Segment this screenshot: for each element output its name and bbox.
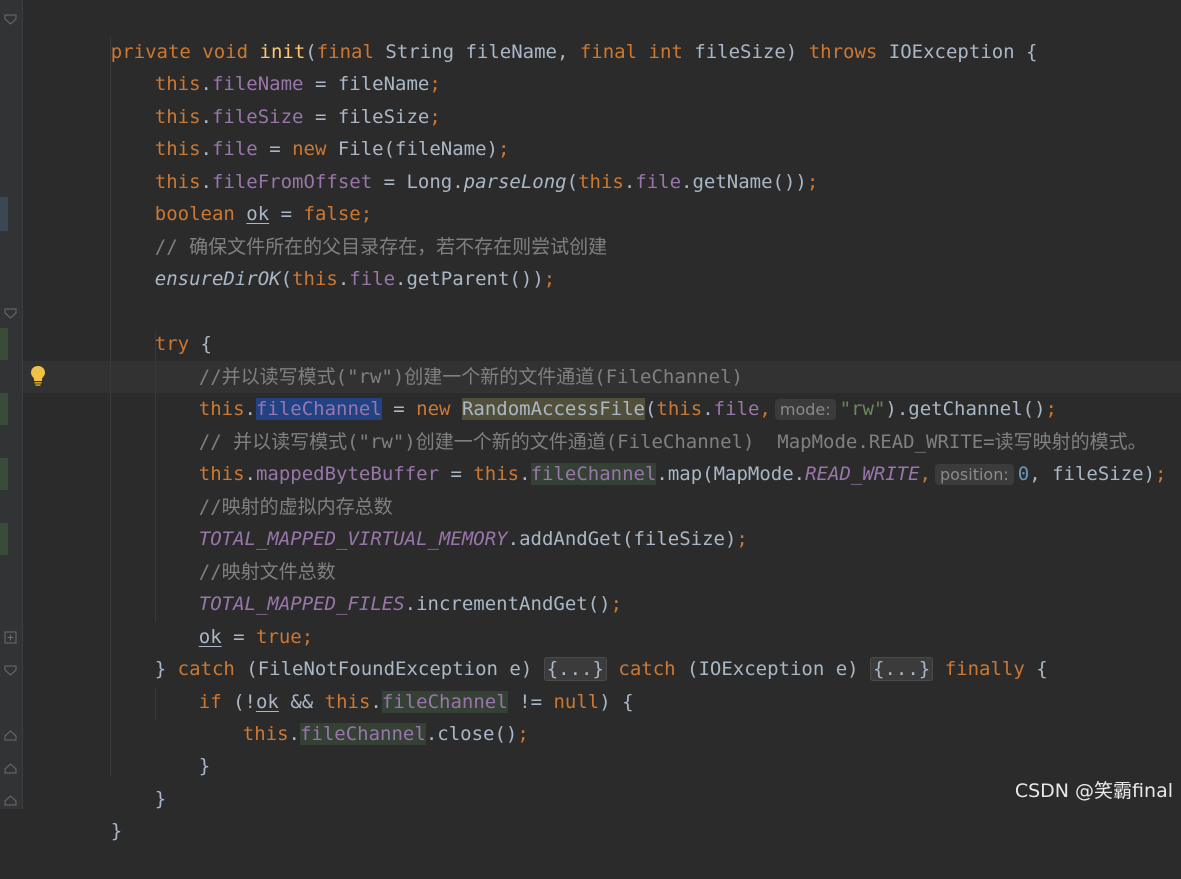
fold-arrow-icon[interactable] — [4, 13, 17, 26]
code-line-25: } — [110, 820, 123, 842]
code-comment: //映射的虚拟内存总数 — [198, 496, 393, 518]
change-marker — [0, 523, 8, 555]
code-line-1: private void init(final String fileName,… — [110, 41, 1038, 63]
code-line-2: this.fileName = fileName; — [154, 73, 441, 95]
code-line-5: this.fileFromOffset = Long.parseLong(thi… — [154, 171, 819, 193]
code-line-23: } — [198, 755, 211, 777]
code-comment: // 并以读写模式("rw")创建一个新的文件通道(FileChannel) M… — [198, 431, 1147, 453]
code-line-20: } catch (FileNotFoundException e) {...} … — [154, 657, 1048, 681]
folded-block[interactable]: {...} — [870, 657, 934, 681]
fold-end-icon[interactable] — [4, 794, 17, 807]
code-line-22: this.fileChannel.close(); — [242, 723, 529, 745]
code-line-4: this.file = new File(fileName); — [154, 138, 510, 160]
code-line-19: ok = true; — [198, 626, 314, 648]
fold-end-icon[interactable] — [4, 729, 17, 742]
code-line-16: TOTAL_MAPPED_VIRTUAL_MEMORY.addAndGet(fi… — [198, 528, 748, 550]
change-marker — [0, 328, 8, 360]
change-marker — [0, 197, 8, 231]
fold-end-icon[interactable] — [4, 762, 17, 775]
code-line-8: ensureDirOK(this.file.getParent()); — [154, 268, 556, 290]
fold-arrow-icon[interactable] — [4, 307, 17, 320]
code-line-12: this.fileChannel = new RandomAccessFile(… — [198, 398, 1057, 420]
code-line-3: this.fileSize = fileSize; — [154, 106, 441, 128]
code-line-6: boolean ok = false; — [154, 203, 373, 225]
change-marker — [0, 458, 8, 490]
code-comment: //并以读写模式("rw")创建一个新的文件通道(FileChannel) — [198, 366, 743, 388]
watermark: CSDN @笑霸final — [1014, 780, 1173, 802]
lightbulb-icon[interactable] — [29, 365, 47, 387]
code-line-10: try { — [154, 333, 212, 355]
code-area[interactable]: private void init(final String fileName,… — [65, 0, 1181, 842]
code-line-18: TOTAL_MAPPED_FILES.incrementAndGet(); — [198, 593, 623, 615]
expand-plus-icon[interactable] — [4, 631, 17, 644]
code-line-14: this.mappedByteBuffer = this.fileChannel… — [198, 463, 1167, 485]
param-hint-position: position: — [934, 464, 1014, 485]
change-marker — [0, 393, 8, 425]
code-line-21: if (!ok && this.fileChannel != null) { — [198, 691, 634, 713]
code-comment: //映射文件总数 — [198, 561, 336, 583]
fold-arrow-icon[interactable] — [4, 664, 17, 677]
code-line-24: } — [154, 788, 167, 810]
code-comment: // 确保文件所在的父目录存在，若不存在则尝试创建 — [154, 236, 608, 258]
